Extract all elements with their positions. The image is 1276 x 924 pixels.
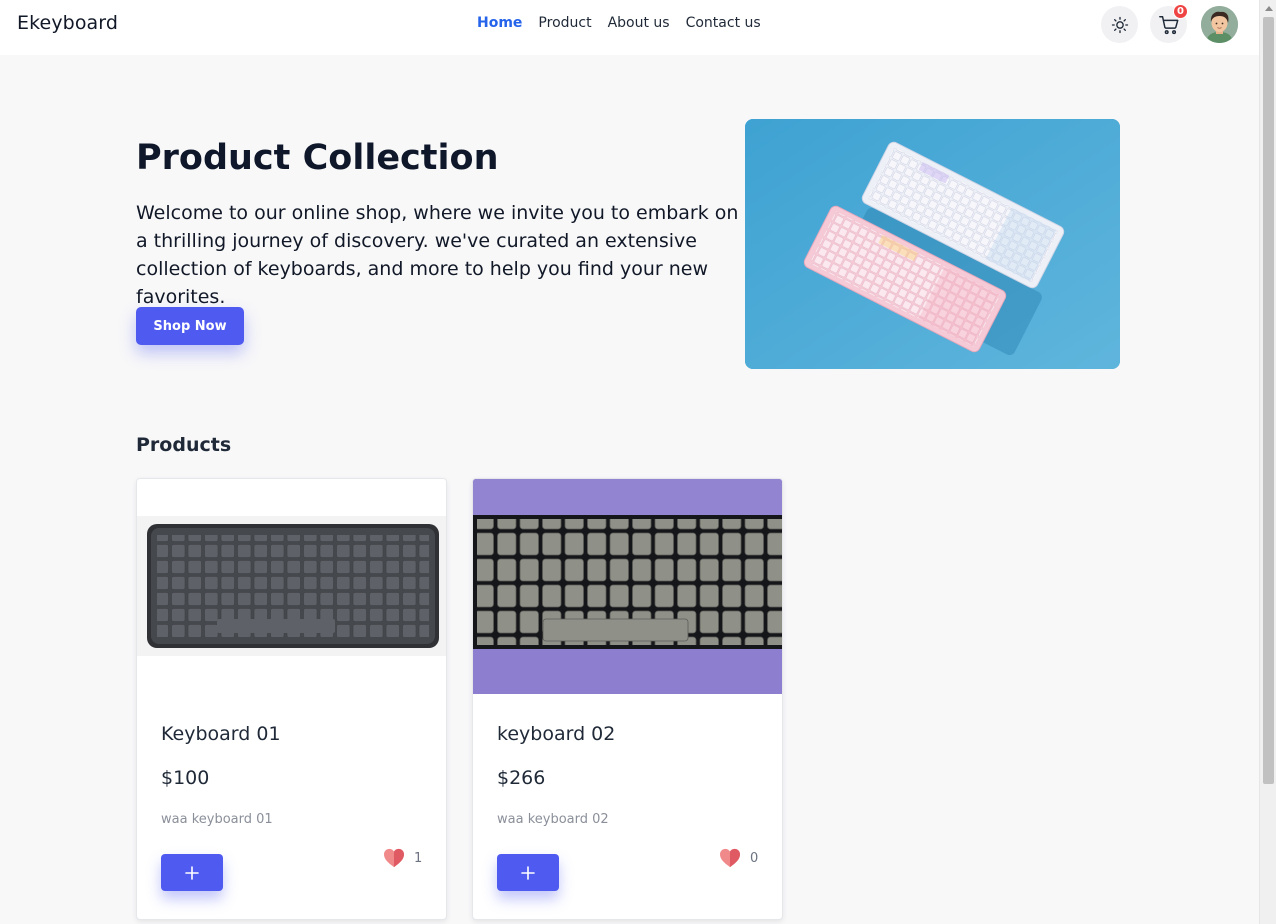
shop-now-button[interactable]: Shop Now bbox=[136, 307, 244, 345]
cart-button[interactable]: 0 bbox=[1150, 4, 1188, 43]
plus-icon bbox=[521, 865, 535, 880]
nav-contact-link[interactable]: Contact us bbox=[686, 15, 761, 31]
nav-home-link[interactable]: Home bbox=[477, 15, 522, 31]
brand-logo[interactable]: Ekeyboard bbox=[17, 12, 118, 34]
product-image[interactable] bbox=[137, 479, 446, 694]
hero-title: Product Collection bbox=[136, 138, 499, 178]
like-button[interactable]: 0 bbox=[719, 848, 758, 868]
product-image[interactable] bbox=[473, 479, 782, 694]
product-price: $100 bbox=[161, 767, 210, 789]
nav-product-link[interactable]: Product bbox=[538, 15, 591, 31]
products-section-title: Products bbox=[136, 434, 232, 456]
cart-count-badge: 0 bbox=[1173, 4, 1188, 19]
scroll-up-arrow-icon[interactable] bbox=[1265, 6, 1273, 11]
user-avatar[interactable] bbox=[1201, 6, 1238, 43]
hero-keyboards-image bbox=[745, 119, 1120, 369]
avatar-illustration bbox=[1201, 6, 1238, 43]
scrollbar-thumb[interactable] bbox=[1263, 17, 1274, 784]
like-button[interactable]: 1 bbox=[383, 848, 422, 868]
product-description: waa keyboard 01 bbox=[161, 812, 273, 827]
main-nav: Home Product About us Contact us bbox=[477, 15, 761, 31]
product-card[interactable]: Keyboard 01 $100 waa keyboard 01 1 bbox=[136, 478, 447, 920]
hero-description: Welcome to our online shop, where we inv… bbox=[136, 202, 739, 308]
product-description: waa keyboard 02 bbox=[497, 812, 609, 827]
plus-icon bbox=[185, 865, 199, 880]
product-name[interactable]: keyboard 02 bbox=[497, 723, 615, 745]
product-card[interactable]: keyboard 02 $266 waa keyboard 02 0 bbox=[472, 478, 783, 920]
product-name[interactable]: Keyboard 01 bbox=[161, 723, 281, 745]
theme-toggle-button[interactable] bbox=[1101, 6, 1138, 43]
nav-about-link[interactable]: About us bbox=[608, 15, 670, 31]
top-navbar: Ekeyboard Home Product About us Contact … bbox=[0, 0, 1259, 55]
page-scrollbar[interactable] bbox=[1259, 0, 1276, 924]
add-to-cart-button[interactable] bbox=[497, 854, 559, 891]
add-to-cart-button[interactable] bbox=[161, 854, 223, 891]
heart-icon bbox=[384, 848, 404, 868]
sun-icon bbox=[1111, 16, 1128, 33]
heart-icon bbox=[720, 848, 740, 868]
product-price: $266 bbox=[497, 767, 546, 789]
like-count: 1 bbox=[414, 850, 423, 866]
like-count: 0 bbox=[750, 850, 759, 866]
